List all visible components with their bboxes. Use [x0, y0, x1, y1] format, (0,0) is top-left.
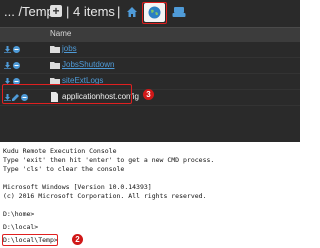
file-browser-panel: ... / Temp + | 4 items | 1 Name jobs [0, 0, 300, 142]
highlight-box-browse [142, 2, 167, 24]
table-row[interactable]: jobs [0, 42, 300, 58]
console-line: Type 'exit' then hit 'enter' to get a ne… [3, 156, 215, 164]
kudu-console[interactable]: Kudu Remote Execution Console Type 'exit… [0, 147, 300, 248]
console-line: Type 'cls' to clear the console [3, 165, 125, 173]
home-icon[interactable] [126, 6, 138, 18]
parent-path-link[interactable]: ... / [4, 4, 22, 19]
folder-icon [50, 62, 60, 69]
items-count: 4 items [73, 4, 115, 19]
table-header: Name [0, 27, 300, 42]
highlight-box-file [2, 84, 132, 104]
console-line: D:\local> [3, 223, 39, 231]
marker-2: 2 [72, 234, 83, 245]
marker-3: 3 [143, 89, 154, 100]
delete-icon[interactable] [13, 46, 20, 53]
folder-link[interactable]: jobs [62, 44, 77, 53]
table-row[interactable]: JobsShutdown [0, 58, 300, 74]
folder-link[interactable]: JobsShutdown [62, 60, 114, 69]
delete-icon[interactable] [13, 62, 20, 69]
console-line: Microsoft Windows [Version 10.0.14393] [3, 183, 152, 191]
folder-icon [50, 46, 60, 53]
download-icon[interactable] [4, 46, 11, 53]
drive-icon[interactable] [172, 6, 186, 18]
console-line: (c) 2016 Microsoft Corporation. All righ… [3, 192, 207, 200]
separator: | [66, 4, 70, 19]
separator: | [117, 4, 121, 19]
console-line: D:\home> [3, 210, 35, 218]
console-line: Kudu Remote Execution Console [3, 147, 117, 155]
highlight-box-prompt [2, 234, 58, 246]
new-folder-button[interactable]: + [50, 5, 62, 17]
download-icon[interactable] [4, 62, 11, 69]
column-header-name[interactable]: Name [50, 29, 71, 38]
